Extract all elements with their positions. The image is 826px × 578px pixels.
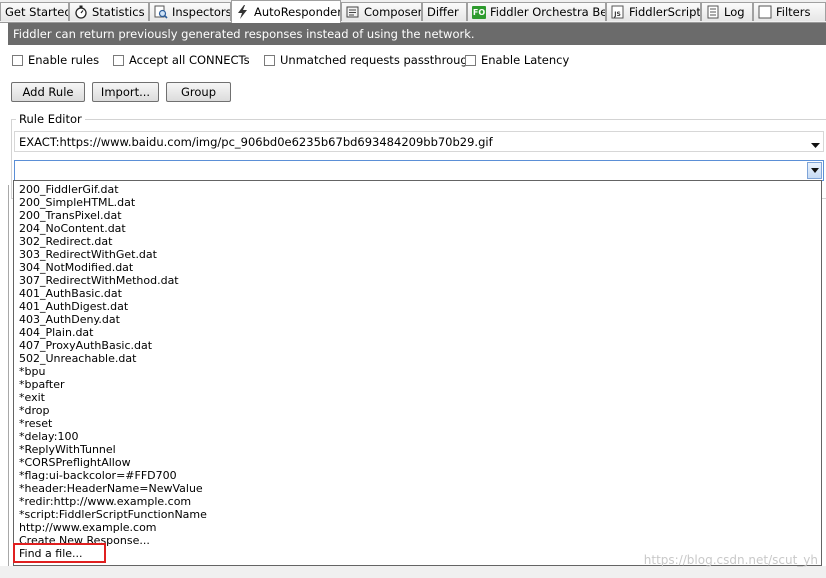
dropdown-item[interactable]: *script:FiddlerScriptFunctionName: [19, 508, 207, 521]
tab-label: AutoResponder: [254, 5, 341, 19]
tab-get-started[interactable]: Get Started: [0, 2, 69, 21]
enable-latency-label: Enable Latency: [481, 53, 570, 67]
stopwatch-icon: [74, 5, 88, 19]
dropdown-item[interactable]: *redir:http://www.example.com: [19, 495, 191, 508]
tab-label: FiddlerScript: [629, 5, 701, 19]
checkbox-box[interactable]: [264, 54, 275, 66]
dropdown-item[interactable]: 304_NotModified.dat: [19, 261, 133, 274]
tab-statistics[interactable]: Statistics: [69, 2, 149, 21]
inspect-icon: [154, 5, 168, 19]
tab-fiddler-orchestra[interactable]: FO Fiddler Orchestra Beta: [467, 2, 606, 21]
tab-label: Differ: [427, 5, 459, 19]
dropdown-item[interactable]: 200_SimpleHTML.dat: [19, 196, 135, 209]
checkbox-box[interactable]: [113, 54, 124, 66]
rule-match-value: EXACT:https://www.baidu.com/img/pc_906bd…: [19, 134, 493, 149]
tab-label: Statistics: [92, 5, 145, 19]
chevron-down-icon: [810, 168, 819, 173]
unmatched-passthrough-label: Unmatched requests passthrough: [280, 53, 475, 67]
dropdown-item[interactable]: 302_Redirect.dat: [19, 235, 112, 248]
dropdown-item[interactable]: *ReplyWithTunnel: [19, 443, 116, 456]
fo-icon: FO: [472, 5, 486, 19]
tab-label: Composer: [364, 5, 422, 19]
tab-inspectors[interactable]: Inspectors: [149, 2, 231, 21]
watermark: https://blog.csdn.net/scut_yh: [643, 553, 818, 567]
dropdown-item[interactable]: 403_AuthDeny.dat: [19, 313, 120, 326]
dropdown-item[interactable]: 502_Unreachable.dat: [19, 352, 136, 365]
rule-action-combobox[interactable]: [14, 160, 824, 181]
tab-strip: Get Started Statistics Inspectors AutoRe…: [0, 0, 826, 23]
dropdown-item[interactable]: 204_NoContent.dat: [19, 222, 126, 235]
tab-differ[interactable]: Differ: [422, 2, 467, 21]
dropdown-item[interactable]: 200_FiddlerGif.dat: [19, 183, 119, 196]
filter-checkbox-icon: [758, 5, 772, 19]
checkbox-box[interactable]: [465, 54, 476, 66]
rule-action-dropdown-list: 200_FiddlerGif.dat 200_SimpleHTML.dat 200_…: [13, 180, 822, 566]
dropdown-item[interactable]: *flag:ui-backcolor=#FFD700: [19, 469, 177, 482]
script-icon: JS: [611, 5, 625, 19]
import-button[interactable]: Import...: [92, 82, 159, 102]
bottom-strip: [0, 566, 826, 578]
tab-filters[interactable]: Filters: [753, 2, 826, 21]
unmatched-passthrough-checkbox[interactable]: Unmatched requests passthrough: [264, 53, 475, 67]
tab-autoresponder[interactable]: AutoResponder: [231, 0, 341, 23]
dropdown-item[interactable]: 307_RedirectWithMethod.dat: [19, 274, 179, 287]
checkbox-box[interactable]: [12, 54, 23, 66]
enable-latency-checkbox[interactable]: Enable Latency: [465, 53, 569, 67]
dropdown-item[interactable]: 303_RedirectWithGet.dat: [19, 248, 157, 261]
tab-log[interactable]: Log: [701, 2, 753, 21]
tab-label: Get Started: [5, 5, 69, 19]
tab-label: Log: [724, 5, 745, 19]
dropdown-item[interactable]: *bpafter: [19, 378, 65, 391]
dropdown-item[interactable]: *bpu: [19, 365, 45, 378]
group-button[interactable]: Group: [166, 82, 231, 102]
tab-label: Filters: [776, 5, 811, 19]
dropdown-item[interactable]: *header:HeaderName=NewValue: [19, 482, 203, 495]
lightning-icon: [236, 5, 250, 19]
log-icon: [706, 5, 720, 19]
info-bar: Fiddler can return previously generated …: [8, 23, 826, 45]
add-rule-button[interactable]: Add Rule: [11, 82, 85, 102]
dropdown-item[interactable]: *drop: [19, 404, 49, 417]
accept-connects-checkbox[interactable]: Accept all CONNECTs: [113, 53, 250, 67]
enable-rules-checkbox[interactable]: Enable rules: [12, 53, 99, 67]
dropdown-item[interactable]: *exit: [19, 391, 45, 404]
rules-list-border: [8, 185, 9, 578]
annotation-highlight-box: [13, 543, 106, 563]
tab-composer[interactable]: Composer: [341, 2, 422, 21]
dropdown-item[interactable]: *reset: [19, 417, 52, 430]
tab-label: Inspectors: [172, 5, 231, 19]
dropdown-item[interactable]: 401_AuthDigest.dat: [19, 300, 128, 313]
dropdown-toggle-button[interactable]: [807, 162, 822, 179]
rule-editor-title: Rule Editor: [16, 112, 85, 126]
tab-fiddlerscript[interactable]: JS FiddlerScript: [606, 2, 701, 21]
chevron-down-icon[interactable]: [811, 138, 820, 151]
accept-connects-label: Accept all CONNECTs: [129, 53, 250, 67]
dropdown-item[interactable]: 200_TransPixel.dat: [19, 209, 122, 222]
dropdown-item[interactable]: http://www.example.com: [19, 521, 157, 534]
dropdown-item[interactable]: 404_Plain.dat: [19, 326, 94, 339]
dropdown-item[interactable]: *delay:100: [19, 430, 78, 443]
rule-match-combobox[interactable]: EXACT:https://www.baidu.com/img/pc_906bd…: [14, 131, 824, 152]
fo-badge: FO: [472, 5, 486, 19]
enable-rules-label: Enable rules: [28, 53, 100, 67]
dropdown-item[interactable]: *CORSPreflightAllow: [19, 456, 131, 469]
js-badge: JS: [613, 11, 621, 18]
tab-label: Fiddler Orchestra Beta: [490, 5, 606, 19]
dropdown-item[interactable]: 407_ProxyAuthBasic.dat: [19, 339, 152, 352]
dropdown-item[interactable]: 401_AuthBasic.dat: [19, 287, 122, 300]
composer-icon: [346, 5, 360, 19]
